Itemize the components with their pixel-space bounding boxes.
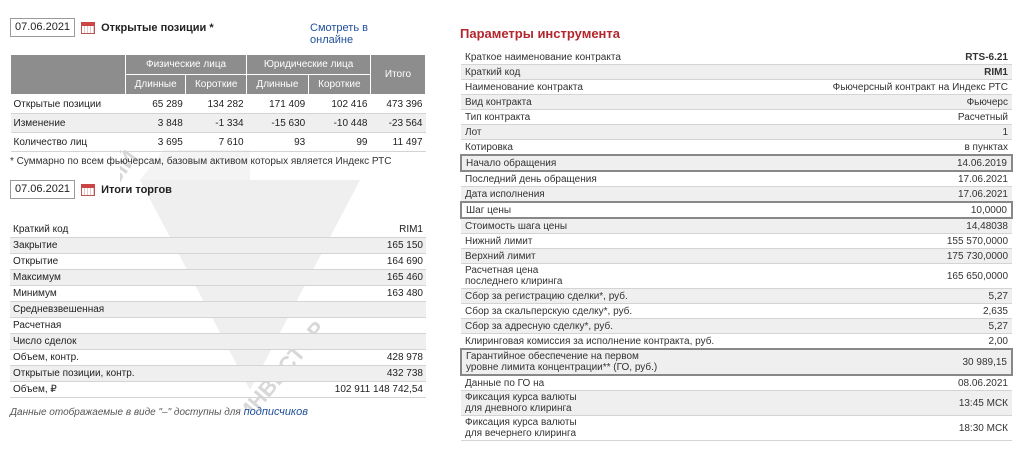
table-row: Нижний лимит 155 570,0000 bbox=[461, 233, 1012, 249]
table-row: Краткое наименование контракта RTS-6.21 bbox=[461, 50, 1012, 65]
legal-header: Юридические лица bbox=[246, 54, 371, 75]
total-header: Итого bbox=[370, 54, 426, 95]
subscribers-note: Данные отображаемые в виде "–" доступны … bbox=[10, 406, 308, 418]
trades-date-input[interactable]: 07.06.2021 bbox=[10, 180, 76, 199]
trades-header: 07.06.2021 Итоги торгов bbox=[10, 180, 426, 200]
table-row: Количество лиц 3 695 7 610 93 99 11 497 bbox=[10, 132, 426, 152]
table-row: Сбор за скальперскую сделку*, руб. 2,635 bbox=[461, 303, 1012, 319]
table-row-highlighted: Гарантийное обеспечение на первом уровне … bbox=[460, 348, 1014, 376]
phys-header: Физические лица bbox=[124, 54, 248, 75]
table-row: Верхний лимит 175 730,0000 bbox=[461, 248, 1012, 264]
table-row: Минимум 163 480 bbox=[10, 285, 426, 302]
table-row: Объем, ₽102 911 148 742,54 bbox=[10, 381, 426, 398]
positions-date-input[interactable]: 07.06.2021 bbox=[10, 18, 76, 37]
open-positions-title: Открытые позиции * bbox=[101, 21, 214, 34]
table-row: Котировка в пунктах bbox=[461, 139, 1012, 156]
table-row: Наименование контракта Фьючерсный контрак… bbox=[461, 79, 1012, 95]
table-row: Вид контракта Фьючерс bbox=[461, 94, 1012, 110]
table-row-highlighted: Начало обращения 14.06.2019 bbox=[460, 154, 1014, 172]
calendar-icon[interactable] bbox=[81, 183, 96, 196]
table-row: Сбор за регистрацию сделки*, руб. 5,27 bbox=[461, 288, 1012, 304]
calendar-icon[interactable] bbox=[81, 21, 96, 34]
table-row: Открытые позиции 65 289 134 282 171 409 … bbox=[10, 94, 426, 114]
params-title: Параметры инструмента bbox=[460, 26, 621, 41]
table-row: Фиксация курса валюты для вечернего клири… bbox=[461, 415, 1012, 441]
table-row: Расчетная цена последнего клиринга 165 650… bbox=[461, 263, 1012, 289]
table-row: Дата исполнения 17.06.2021 bbox=[461, 186, 1012, 203]
table-row: Краткий код RIM1 bbox=[10, 222, 426, 238]
view-online-link[interactable]: Смотреть в онлайне bbox=[310, 22, 380, 46]
legal-short-header: Короткие bbox=[307, 74, 372, 95]
table-row: Открытые позиции, контр. 432 738 bbox=[10, 365, 426, 382]
table-row: Открытие 164 690 bbox=[10, 253, 426, 270]
table-row: Последний день обращения 17.06.2021 bbox=[461, 171, 1012, 187]
table-row: Лот 1 bbox=[461, 124, 1012, 140]
table-row: Максимум 165 460 bbox=[10, 269, 426, 286]
instrument-params-panel: Параметры инструмента Краткое наименован… bbox=[460, 26, 1014, 441]
left-panel: 07.06.2021 Открытые позиции * Смотреть в … bbox=[10, 18, 426, 418]
table-row: Средневзвешенная bbox=[10, 301, 426, 318]
table-row: Данные по ГО на 08.06.2021 bbox=[461, 375, 1012, 391]
open-positions-header: 07.06.2021 Открытые позиции * Смотреть в … bbox=[10, 18, 426, 46]
table-row: Тип контракта Расчетный bbox=[461, 109, 1012, 125]
table-row: Фиксация курса валюты для дневного клирин… bbox=[461, 390, 1012, 416]
table-row: Объем, контр. 428 978 bbox=[10, 349, 426, 366]
table-row: Сбор за адресную сделку*, руб. 5,27 bbox=[461, 318, 1012, 334]
subscribers-link[interactable]: подписчиков bbox=[244, 406, 308, 418]
table-row: Изменение 3 848 -1 334 -15 630 -10 448 -… bbox=[10, 113, 426, 133]
trades-title: Итоги торгов bbox=[101, 183, 172, 196]
table-row: Краткий код RIM1 bbox=[461, 64, 1012, 80]
table-row: Стоимость шага цены 14,48038 bbox=[461, 218, 1012, 234]
open-positions-table: Физические лица Юридические лица Итого Д… bbox=[10, 54, 426, 152]
phys-long-header: Длинные bbox=[124, 74, 187, 95]
table-row: Расчетная bbox=[10, 317, 426, 334]
table-row: Число сделок bbox=[10, 333, 426, 350]
legal-long-header: Длинные bbox=[246, 74, 309, 95]
trades-table: Краткий код RIM1 Закрытие 165 150 Открытие… bbox=[10, 222, 426, 398]
table-row: Закрытие 165 150 bbox=[10, 237, 426, 254]
table-row: Клиринговая комиссия за исполнение контр… bbox=[461, 333, 1012, 350]
table-row-highlighted: Шаг цены 10,0000 bbox=[460, 201, 1014, 219]
corner-header bbox=[10, 54, 126, 95]
positions-footnote: * Суммарно по всем фьючерсам, базовым ак… bbox=[10, 156, 392, 167]
phys-short-header: Короткие bbox=[185, 74, 248, 95]
params-table: Краткое наименование контракта RTS-6.21 К… bbox=[460, 50, 1014, 441]
